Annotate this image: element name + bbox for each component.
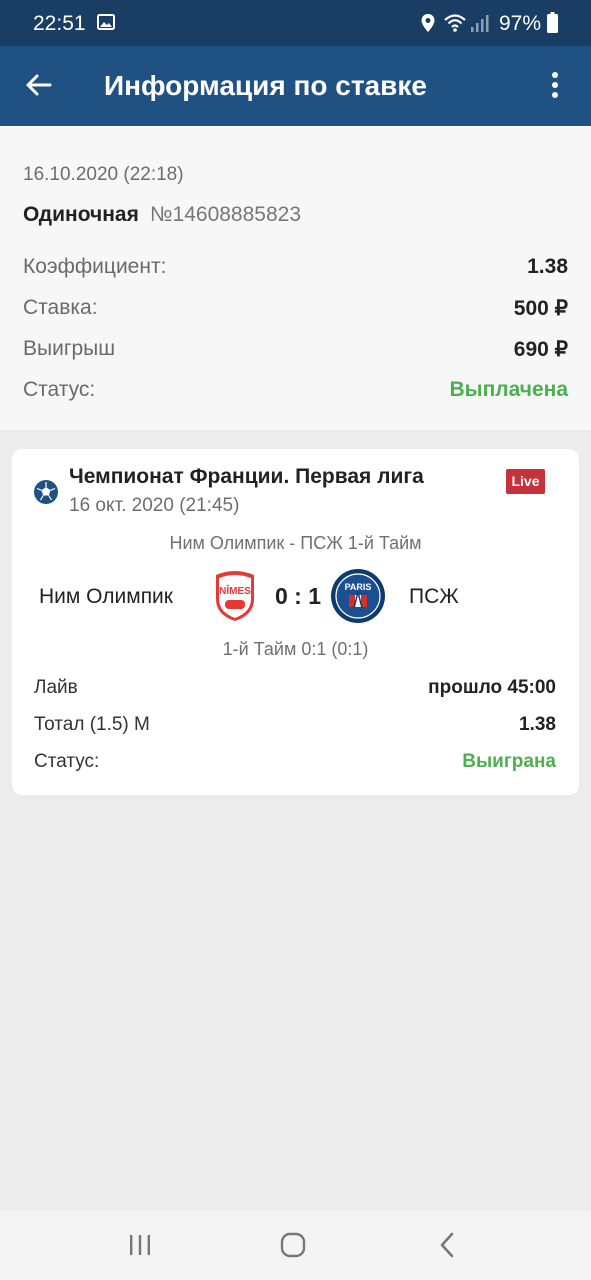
location-icon [421, 14, 435, 32]
match-title: Ним Олимпик - ПСЖ 1-й Тайм [169, 533, 422, 553]
bet-date: 16.10.2020 (22:18) [23, 164, 184, 185]
bet-summary: 16.10.2020 (22:18) Одиночная №1460888582… [0, 126, 591, 430]
stake-label: Ставка: [23, 296, 98, 319]
more-vertical-icon[interactable] [540, 68, 570, 102]
event-status-label: Статус: [34, 751, 100, 772]
recent-apps-icon[interactable] [127, 1233, 153, 1257]
status-label: Статус: [23, 378, 96, 401]
status-value: Выплачена [449, 378, 568, 401]
event-date: 16 окт. 2020 (21:45) [69, 495, 240, 516]
soccer-ball-icon [34, 480, 58, 504]
wifi-icon [444, 14, 466, 32]
bet-type: Одиночная [23, 203, 139, 226]
home-icon[interactable] [280, 1232, 306, 1258]
event-status-value: Выиграна [462, 751, 556, 772]
page-title: Информация по ставке [104, 70, 427, 101]
live-badge: Live [506, 469, 545, 494]
battery-icon [547, 12, 558, 33]
outcome-label: Тотал (1.5) М [34, 714, 150, 735]
psg-logo-text: PARIS [345, 582, 372, 592]
league-name: Чемпионат Франции. Первая лига [69, 465, 424, 488]
event-card[interactable]: Чемпионат Франции. Первая лига 16 окт. 2… [12, 449, 579, 795]
winnings-value: 690 ₽ [513, 338, 568, 361]
status-time: 22:51 [33, 12, 86, 35]
signal-icon [471, 15, 489, 32]
winnings-label: Выигрыш [23, 337, 116, 360]
home-team-name: Ним Олимпик [39, 585, 173, 608]
outcome-coefficient: 1.38 [519, 714, 556, 735]
elapsed-time: прошло 45:00 [428, 677, 556, 698]
coefficient-label: Коэффициент: [23, 255, 167, 278]
bet-number: №14608885823 [150, 203, 301, 226]
system-nav-bar [0, 1211, 591, 1280]
stake-value: 500 ₽ [513, 297, 568, 320]
status-bar: 22:51 97% [0, 0, 591, 46]
nimes-logo-text: NÎMES [219, 584, 251, 597]
back-arrow-icon[interactable] [22, 68, 56, 102]
psg-team-logo: PARIS [331, 569, 385, 623]
battery-percent: 97% [499, 12, 542, 35]
app-bar: Информация по ставке [0, 46, 591, 126]
nav-back-icon[interactable] [436, 1231, 458, 1259]
score: 0 : 1 [275, 583, 322, 609]
live-label: Лайв [34, 677, 78, 698]
nimes-team-logo: NÎMES [216, 571, 254, 621]
coefficient-value: 1.38 [527, 255, 568, 278]
image-icon [97, 14, 115, 30]
away-team-name: ПСЖ [409, 585, 459, 608]
half-score: 1-й Тайм 0:1 (0:1) [222, 639, 369, 659]
